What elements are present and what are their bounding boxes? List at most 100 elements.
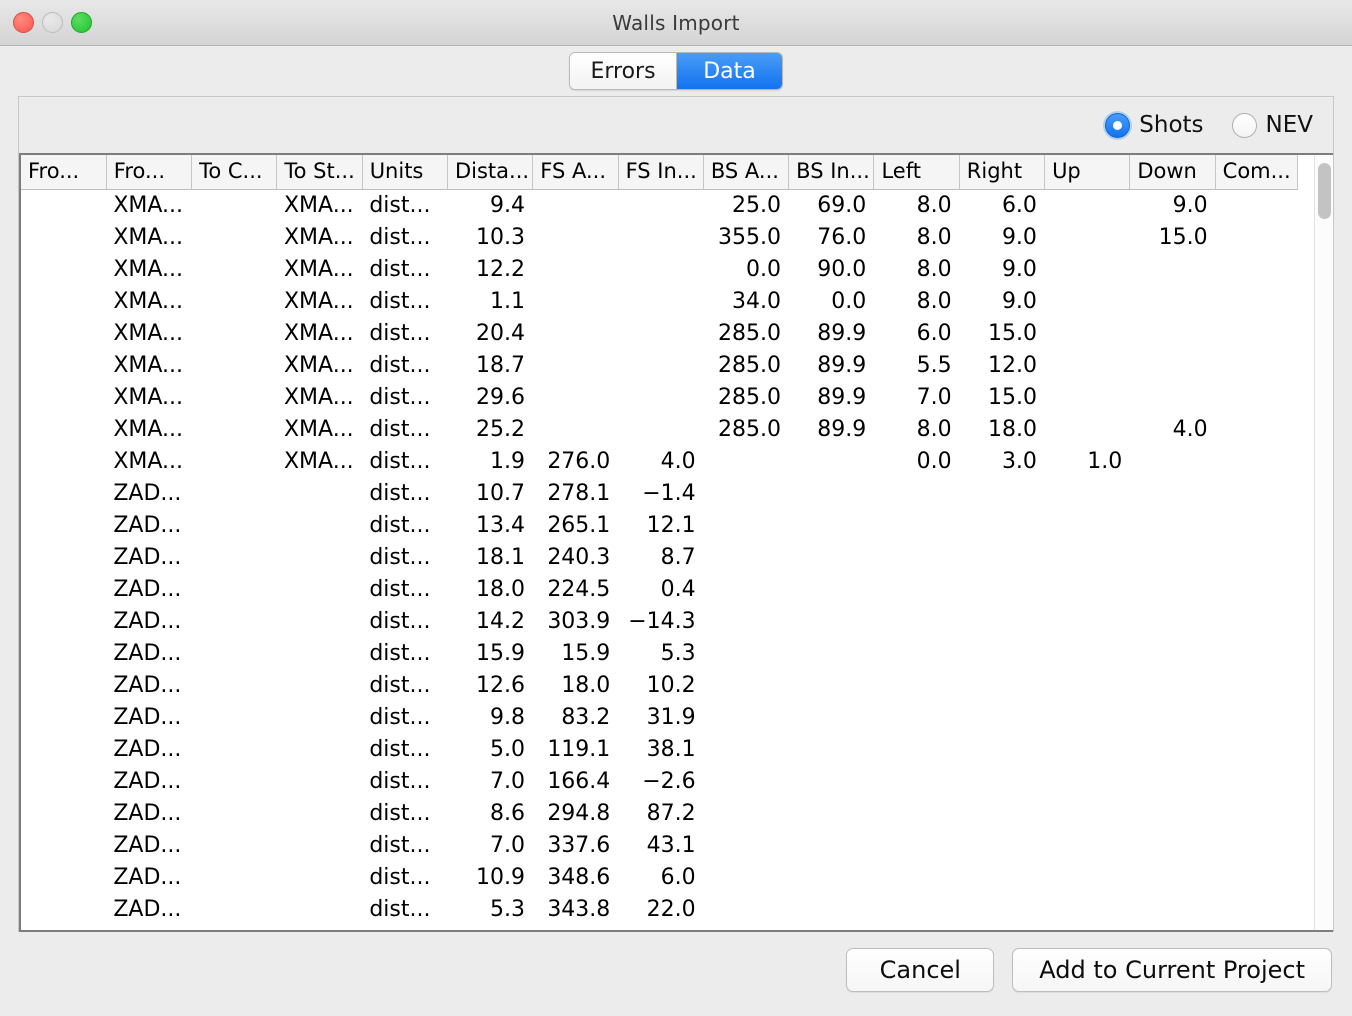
table-cell[interactable] (1130, 734, 1215, 766)
table-cell[interactable] (192, 734, 277, 766)
table-cell[interactable] (1130, 510, 1215, 542)
table-cell[interactable]: ZAD... (106, 830, 191, 862)
table-cell[interactable]: ZAD... (106, 894, 191, 926)
table-cell[interactable] (704, 798, 789, 830)
table-cell[interactable] (1130, 478, 1215, 510)
table-row[interactable]: XMA... XMA... dist... 9.4 25.0 69.0 8.0 6.0 9.0 (21, 190, 1298, 222)
table-row[interactable]: XMA... XMA... dist... 25.2 285.0 89.9 8.0 18.0 4… (21, 414, 1298, 446)
table-cell[interactable] (1216, 510, 1298, 542)
table-cell[interactable] (874, 606, 959, 638)
table-cell[interactable]: 119.1 (533, 734, 618, 766)
table-cell[interactable]: 9.0 (1130, 190, 1215, 222)
column-header[interactable]: Up (1044, 155, 1131, 190)
table-cell[interactable]: 285.0 (704, 350, 789, 382)
table-cell[interactable]: 29.6 (448, 382, 533, 414)
vertical-scrollbar-thumb[interactable] (1318, 163, 1331, 219)
table-cell[interactable] (1045, 894, 1130, 926)
table-cell[interactable] (1130, 350, 1215, 382)
table-cell[interactable] (874, 478, 959, 510)
table-cell[interactable] (1130, 894, 1215, 926)
table-cell[interactable]: dist... (362, 798, 447, 830)
tab-data[interactable]: Data (676, 53, 782, 89)
table-cell[interactable]: 285.0 (704, 382, 789, 414)
table-cell[interactable]: 12.6 (448, 670, 533, 702)
table-cell[interactable]: 1.1 (448, 286, 533, 318)
column-header[interactable]: BS In... (788, 155, 875, 190)
table-cell[interactable]: 0.0 (789, 286, 874, 318)
radio-shots-indicator[interactable] (1105, 112, 1131, 138)
table-cell[interactable] (960, 478, 1045, 510)
table-row[interactable]: XMA... XMA... dist... 18.7 285.0 89.9 5.5 12.0 (21, 350, 1298, 382)
table-cell[interactable]: ZAD... (106, 606, 191, 638)
table-cell[interactable]: 10.9 (448, 862, 533, 894)
add-to-current-project-button[interactable]: Add to Current Project (1012, 948, 1332, 992)
table-cell[interactable] (1045, 798, 1130, 830)
table-cell[interactable] (704, 478, 789, 510)
table-cell[interactable] (789, 830, 874, 862)
table-cell[interactable] (789, 894, 874, 926)
table-cell[interactable]: 8.0 (874, 414, 959, 446)
table-cell[interactable]: 15.9 (533, 638, 618, 670)
table-cell[interactable] (21, 766, 106, 798)
table-cell[interactable] (960, 862, 1045, 894)
table-row[interactable]: XMA... XMA... dist... 20.4 285.0 89.9 6.0 15.0 (21, 318, 1298, 350)
table-cell[interactable] (1130, 638, 1215, 670)
table-cell[interactable] (1130, 542, 1215, 574)
table-cell[interactable] (960, 606, 1045, 638)
table-cell[interactable]: XMA... (277, 190, 362, 222)
table-cell[interactable] (874, 766, 959, 798)
table-cell[interactable] (21, 702, 106, 734)
table-cell[interactable]: ZAD... (106, 638, 191, 670)
table-cell[interactable]: dist... (362, 254, 447, 286)
table-cell[interactable]: 240.3 (533, 542, 618, 574)
table-cell[interactable] (618, 414, 703, 446)
table-cell[interactable] (277, 510, 362, 542)
table-cell[interactable]: dist... (362, 318, 447, 350)
table-cell[interactable] (21, 862, 106, 894)
table-cell[interactable] (1045, 254, 1130, 286)
table-cell[interactable]: 1.9 (448, 446, 533, 478)
table-cell[interactable] (1045, 606, 1130, 638)
table-cell[interactable]: 34.0 (704, 286, 789, 318)
table-cell[interactable] (533, 350, 618, 382)
column-header[interactable]: Com... (1215, 155, 1299, 190)
table-cell[interactable] (277, 638, 362, 670)
table-cell[interactable] (277, 702, 362, 734)
table-cell[interactable] (1045, 190, 1130, 222)
table-row[interactable]: ZAD... dist... 10.7 278.1 −1.4 (21, 478, 1298, 510)
table-cell[interactable]: 89.9 (789, 350, 874, 382)
table-cell[interactable] (1216, 734, 1298, 766)
table-cell[interactable]: XMA... (106, 222, 191, 254)
table-cell[interactable]: 294.8 (533, 798, 618, 830)
table-cell[interactable] (1045, 638, 1130, 670)
table-cell[interactable]: 7.0 (448, 830, 533, 862)
table-cell[interactable]: −1.4 (618, 478, 703, 510)
table-cell[interactable]: XMA... (277, 222, 362, 254)
table-cell[interactable]: 303.9 (533, 606, 618, 638)
column-header[interactable]: To St... (276, 155, 363, 190)
table-cell[interactable]: XMA... (106, 254, 191, 286)
table-cell[interactable]: dist... (362, 446, 447, 478)
table-cell[interactable] (192, 350, 277, 382)
table-cell[interactable]: 265.1 (533, 510, 618, 542)
minimize-button[interactable] (42, 12, 63, 33)
table-cell[interactable] (1216, 542, 1298, 574)
table-cell[interactable]: XMA... (277, 350, 362, 382)
table-cell[interactable] (277, 798, 362, 830)
table-cell[interactable] (789, 862, 874, 894)
column-header[interactable]: Dista... (447, 155, 534, 190)
table-cell[interactable]: 343.8 (533, 894, 618, 926)
table-cell[interactable] (1045, 766, 1130, 798)
table-cell[interactable]: 76.0 (789, 222, 874, 254)
table-cell[interactable] (874, 862, 959, 894)
cancel-button[interactable]: Cancel (846, 948, 995, 992)
table-cell[interactable]: 25.0 (704, 190, 789, 222)
table-cell[interactable] (960, 894, 1045, 926)
table-cell[interactable]: 8.0 (874, 286, 959, 318)
table-cell[interactable] (1216, 862, 1298, 894)
table-cell[interactable] (192, 798, 277, 830)
table-cell[interactable]: XMA... (277, 446, 362, 478)
table-cell[interactable] (704, 542, 789, 574)
table-cell[interactable] (277, 734, 362, 766)
column-header[interactable]: Right (959, 155, 1046, 190)
